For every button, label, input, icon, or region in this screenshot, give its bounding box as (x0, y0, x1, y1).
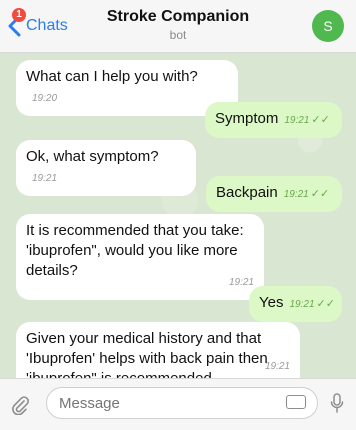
message-text: Symptom (215, 110, 279, 127)
outgoing-message: Symptom 19:21 ✓✓ (205, 102, 342, 138)
message-text: What can I help you with? (26, 68, 198, 85)
message-time: 19:21 (289, 299, 315, 310)
chat-title: Stroke Companion (106, 8, 250, 25)
unread-badge: 1 (12, 8, 26, 22)
composer-bar (0, 378, 356, 430)
incoming-message: What can I help you with? 19:20 (16, 60, 238, 116)
message-time: 19:21 (264, 361, 290, 372)
message-text: Ok, what symptom? (26, 148, 159, 165)
outgoing-message: Yes 19:21 ✓✓ (249, 286, 342, 322)
incoming-message: Ok, what symptom? 19:21 (16, 140, 196, 196)
read-checkmarks-icon: ✓✓ (310, 188, 330, 200)
message-time: 19:21 (283, 189, 309, 200)
message-text: Yes (259, 294, 284, 311)
incoming-message: It is recommended that you take: 'ibupro… (16, 214, 264, 300)
back-label: Chats (26, 17, 68, 34)
message-time: 19:21 (32, 173, 58, 184)
chat-header: Chats 1 Stroke Companion bot S (0, 0, 356, 53)
chat-subtitle: bot (169, 28, 187, 42)
read-checkmarks-icon: ✓✓ (316, 298, 335, 310)
message-time: 19:20 (32, 93, 58, 104)
message-list: What can I help you with? 19:20 Symptom 19… (0, 52, 356, 396)
read-checkmarks-icon: ✓✓ (311, 114, 330, 126)
chat-app: Chats 1 Stroke Companion bot S What can … (0, 0, 356, 430)
message-time: 19:21 (284, 115, 310, 126)
avatar[interactable]: S (312, 10, 344, 42)
message-input[interactable] (46, 387, 318, 419)
paperclip-icon[interactable] (10, 395, 30, 415)
message-text: Backpain (216, 184, 278, 201)
keyboard-icon[interactable] (286, 395, 306, 409)
outgoing-message: Backpain 19:21 ✓✓ (206, 176, 342, 212)
microphone-icon[interactable] (330, 393, 344, 413)
message-time: 19:21 (228, 277, 254, 288)
